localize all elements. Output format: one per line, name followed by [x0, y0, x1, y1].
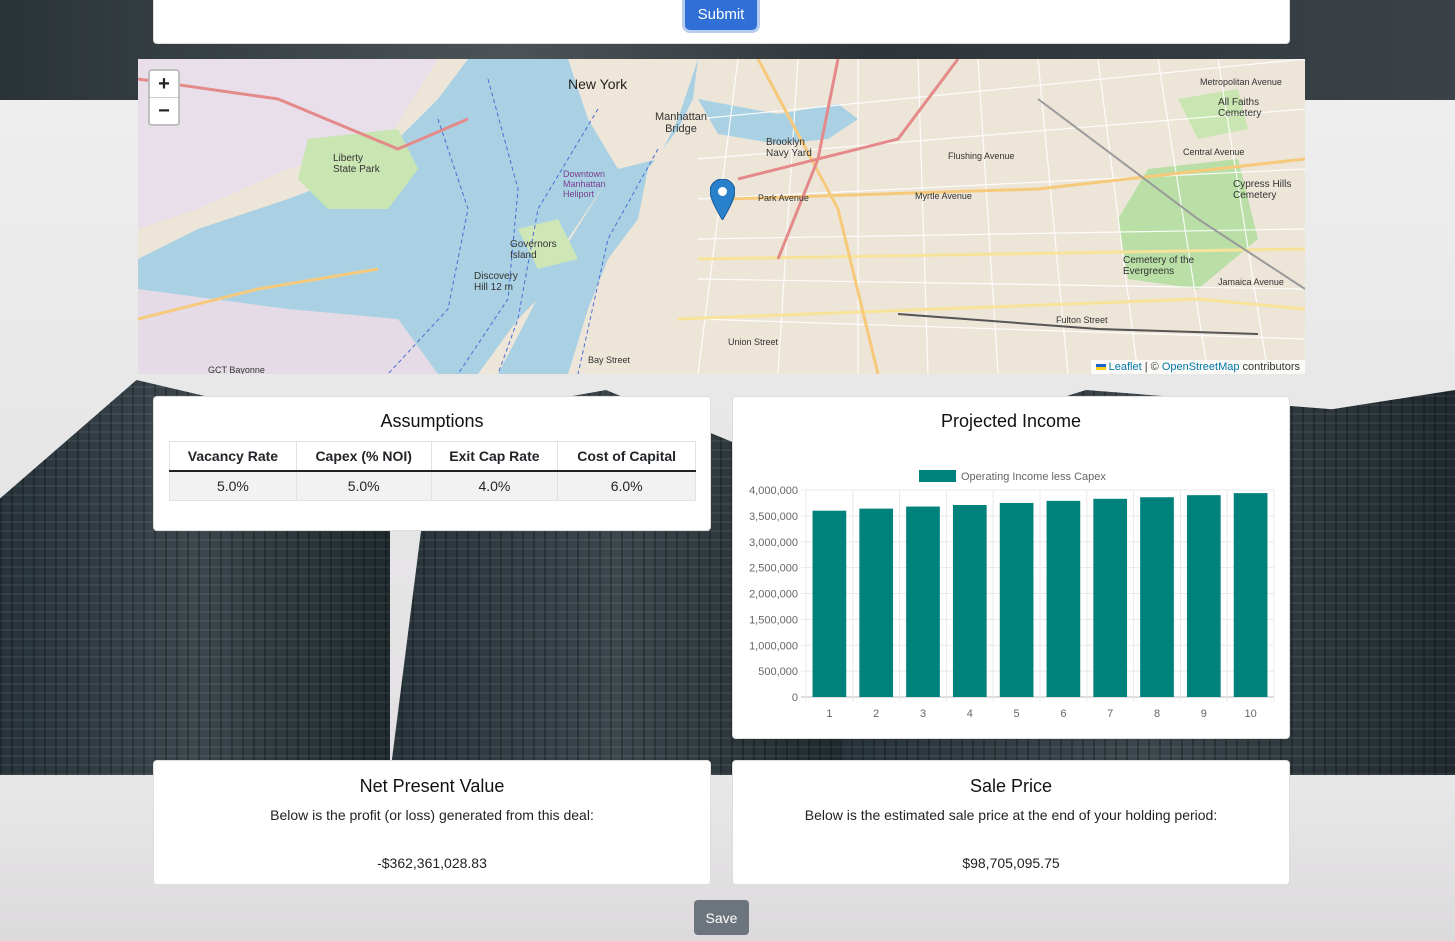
header-vacancy-rate: Vacancy Rate	[169, 441, 297, 472]
sale-price-card: Sale Price Below is the estimated sale p…	[732, 760, 1290, 885]
value-capex: 5.0%	[295, 470, 432, 501]
map-label-park-avenue: Park Avenue	[758, 193, 809, 203]
legend-label: Operating Income less Capex	[961, 471, 1106, 483]
location-marker-icon[interactable]	[709, 178, 736, 225]
map-label-flushing: Flushing Avenue	[948, 151, 1015, 161]
map-label-gct-bayonne: GCT Bayonne	[208, 365, 265, 374]
sale-price-title: Sale Price	[969, 776, 1053, 796]
y-tick-label: 500,000	[758, 666, 798, 678]
x-tick-label: 2	[873, 708, 879, 720]
ukraine-flag-icon	[1095, 364, 1106, 371]
map-label-manhattan-bridge: Manhattan Bridge	[655, 111, 707, 135]
y-tick-label: 1,500,000	[749, 614, 798, 626]
map-label-central: Central Avenue	[1183, 147, 1245, 157]
bar-year-5	[999, 502, 1034, 697]
map-attribution: Leaflet | © OpenStreetMap contributors	[1090, 360, 1305, 374]
sale-price-value: $98,705,095.75	[962, 855, 1060, 871]
map-label-heliport: Downtown Manhattan Heliport	[563, 169, 606, 199]
value-vacancy-rate: 5.0%	[169, 470, 297, 501]
map-label-cypress-hills: Cypress Hills Cemetery	[1233, 179, 1292, 201]
bar-year-3	[906, 506, 940, 697]
osm-link[interactable]: OpenStreetMap	[1162, 361, 1240, 373]
y-tick-label: 2,000,000	[749, 589, 798, 601]
attribution-suffix: contributors	[1239, 361, 1300, 373]
map-label-governors-island: Governors Island	[510, 239, 557, 261]
bar-year-1	[812, 510, 847, 697]
map-label-new-york: New York	[568, 76, 628, 92]
map-label-all-faiths: All Faiths Cemetery	[1218, 97, 1262, 119]
legend-swatch	[919, 470, 956, 482]
bar-year-8	[1140, 497, 1174, 697]
map-label-bay-street: Bay Street	[588, 355, 631, 365]
value-cost-of-capital: 6.0%	[557, 470, 696, 501]
map-label-navy-yard: Brooklyn Navy Yard	[766, 137, 812, 159]
bar-year-2	[859, 508, 894, 697]
npv-description: Below is the profit (or loss) generated …	[270, 807, 594, 823]
x-tick-label: 7	[1107, 708, 1113, 720]
assumptions-table: Vacancy Rate Capex (% NOI) Exit Cap Rate…	[169, 441, 696, 501]
npv-value: -$362,361,028.83	[377, 855, 487, 871]
assumptions-title: Assumptions	[380, 411, 484, 431]
submit-button[interactable]: Submit	[685, 0, 757, 30]
value-exit-cap-rate: 4.0%	[430, 470, 559, 501]
x-tick-label: 8	[1154, 708, 1160, 720]
y-tick-label: 1,000,000	[749, 640, 798, 652]
y-tick-label: 4,000,000	[749, 485, 798, 497]
npv-title: Net Present Value	[359, 776, 505, 796]
map-label-jamaica: Jamaica Avenue	[1218, 277, 1284, 287]
bar-year-10	[1233, 493, 1268, 697]
x-tick-label: 4	[967, 708, 973, 720]
assumptions-card: Assumptions Vacancy Rate Capex (% NOI) E…	[153, 396, 711, 531]
x-tick-label: 3	[920, 708, 926, 720]
x-tick-label: 6	[1060, 708, 1066, 720]
x-tick-label: 9	[1201, 708, 1207, 720]
table-row: 5.0% 5.0% 4.0% 6.0%	[169, 470, 696, 501]
header-cost-of-capital: Cost of Capital	[557, 441, 696, 472]
save-button[interactable]: Save	[694, 900, 749, 935]
npv-card: Net Present Value Below is the profit (o…	[153, 760, 711, 885]
zoom-out-button[interactable]: −	[150, 98, 178, 124]
x-tick-label: 1	[826, 708, 832, 720]
location-map[interactable]: New York Manhattan Bridge Brooklyn Navy …	[138, 59, 1305, 374]
sale-price-description: Below is the estimated sale price at the…	[804, 807, 1218, 823]
bar-year-6	[1046, 500, 1081, 697]
zoom-in-button[interactable]: +	[150, 71, 178, 98]
map-label-evergreens: Cemetery of the Evergreens	[1123, 255, 1195, 277]
map-label-discovery-hill: Discovery Hill 12 m	[474, 271, 518, 293]
y-tick-label: 3,500,000	[749, 511, 798, 523]
map-label-liberty-state-park: Liberty State Park	[333, 153, 380, 175]
projected-income-card: Projected Income Operating Income less C…	[732, 396, 1290, 739]
x-tick-label: 5	[1014, 708, 1020, 720]
bar-year-4	[952, 505, 987, 697]
header-capex: Capex (% NOI)	[295, 441, 432, 472]
x-tick-label: 10	[1244, 708, 1256, 720]
y-tick-label: 0	[792, 692, 798, 704]
bar-year-9	[1186, 495, 1221, 697]
map-label-fulton: Fulton Street	[1056, 315, 1108, 325]
y-tick-label: 2,500,000	[749, 563, 798, 575]
bar-year-7	[1093, 498, 1128, 697]
y-tick-label: 3,000,000	[749, 537, 798, 549]
header-exit-cap-rate: Exit Cap Rate	[430, 441, 559, 472]
projected-income-chart: Operating Income less Capex 0 500,000 1,000…	[749, 470, 1275, 720]
map-label-myrtle: Myrtle Avenue	[915, 191, 972, 201]
zoom-control: + −	[148, 69, 180, 126]
map-label-metropolitan: Metropolitan Avenue	[1200, 77, 1282, 87]
map-label-union: Union Street	[728, 337, 779, 347]
attribution-separator: | ©	[1141, 361, 1162, 373]
leaflet-link[interactable]: Leaflet	[1109, 361, 1142, 373]
